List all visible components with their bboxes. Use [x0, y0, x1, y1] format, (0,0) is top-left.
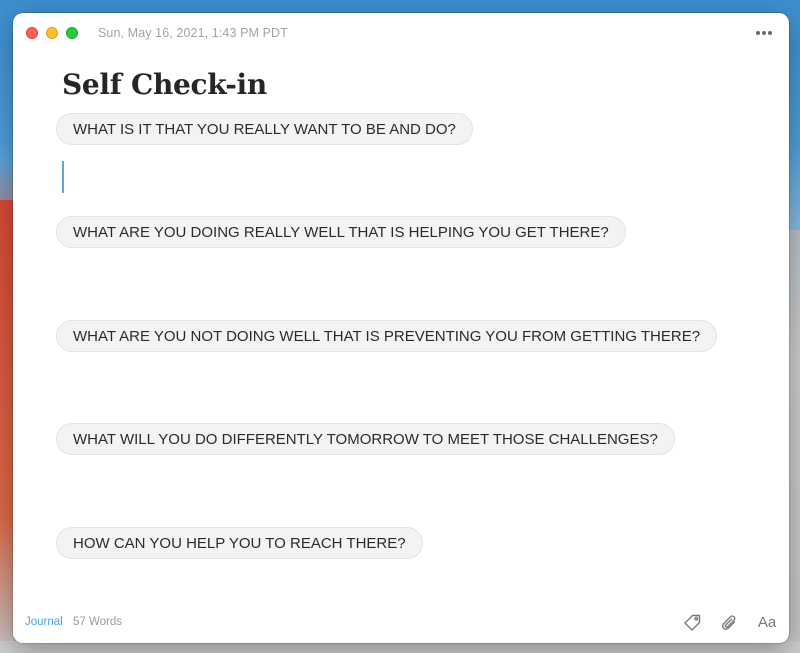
entry-date: Sun, May 16, 2021, 1:43 PM PDT	[98, 26, 288, 40]
word-count: 57 Words	[73, 616, 123, 628]
journal-entry-window: Sun, May 16, 2021, 1:43 PM PDT Self Chec…	[13, 13, 789, 643]
font-icon[interactable]: Aa	[756, 613, 778, 633]
question-tag[interactable]: WHAT IS IT THAT YOU REALLY WANT TO BE AN…	[56, 113, 473, 145]
journal-link[interactable]: Journal	[25, 616, 63, 628]
entry-footer: Journal 57 Words Aa	[13, 607, 789, 643]
text-cursor	[62, 161, 64, 193]
paperclip-icon[interactable]	[720, 613, 740, 633]
more-icon[interactable]	[753, 23, 775, 43]
entry-title[interactable]: Self Check-in	[62, 68, 267, 101]
background-window-edge	[788, 230, 800, 653]
desktop-wallpaper-edge	[0, 200, 14, 653]
zoom-button[interactable]	[66, 27, 78, 39]
tag-icon[interactable]	[683, 613, 703, 633]
desktop-background: Sun, May 16, 2021, 1:43 PM PDT Self Chec…	[0, 0, 800, 653]
question-tag[interactable]: WHAT ARE YOU NOT DOING WELL THAT IS PREV…	[56, 320, 718, 352]
question-tag[interactable]: WHAT WILL YOU DO DIFFERENTLY TOMORROW TO…	[56, 423, 675, 455]
question-tag[interactable]: HOW CAN YOU HELP YOU TO REACH THERE?	[56, 527, 423, 559]
minimize-button[interactable]	[46, 27, 58, 39]
question-tag[interactable]: WHAT ARE YOU DOING REALLY WELL THAT IS H…	[56, 216, 626, 248]
title-bar: Sun, May 16, 2021, 1:43 PM PDT	[13, 13, 789, 53]
close-button[interactable]	[26, 27, 38, 39]
